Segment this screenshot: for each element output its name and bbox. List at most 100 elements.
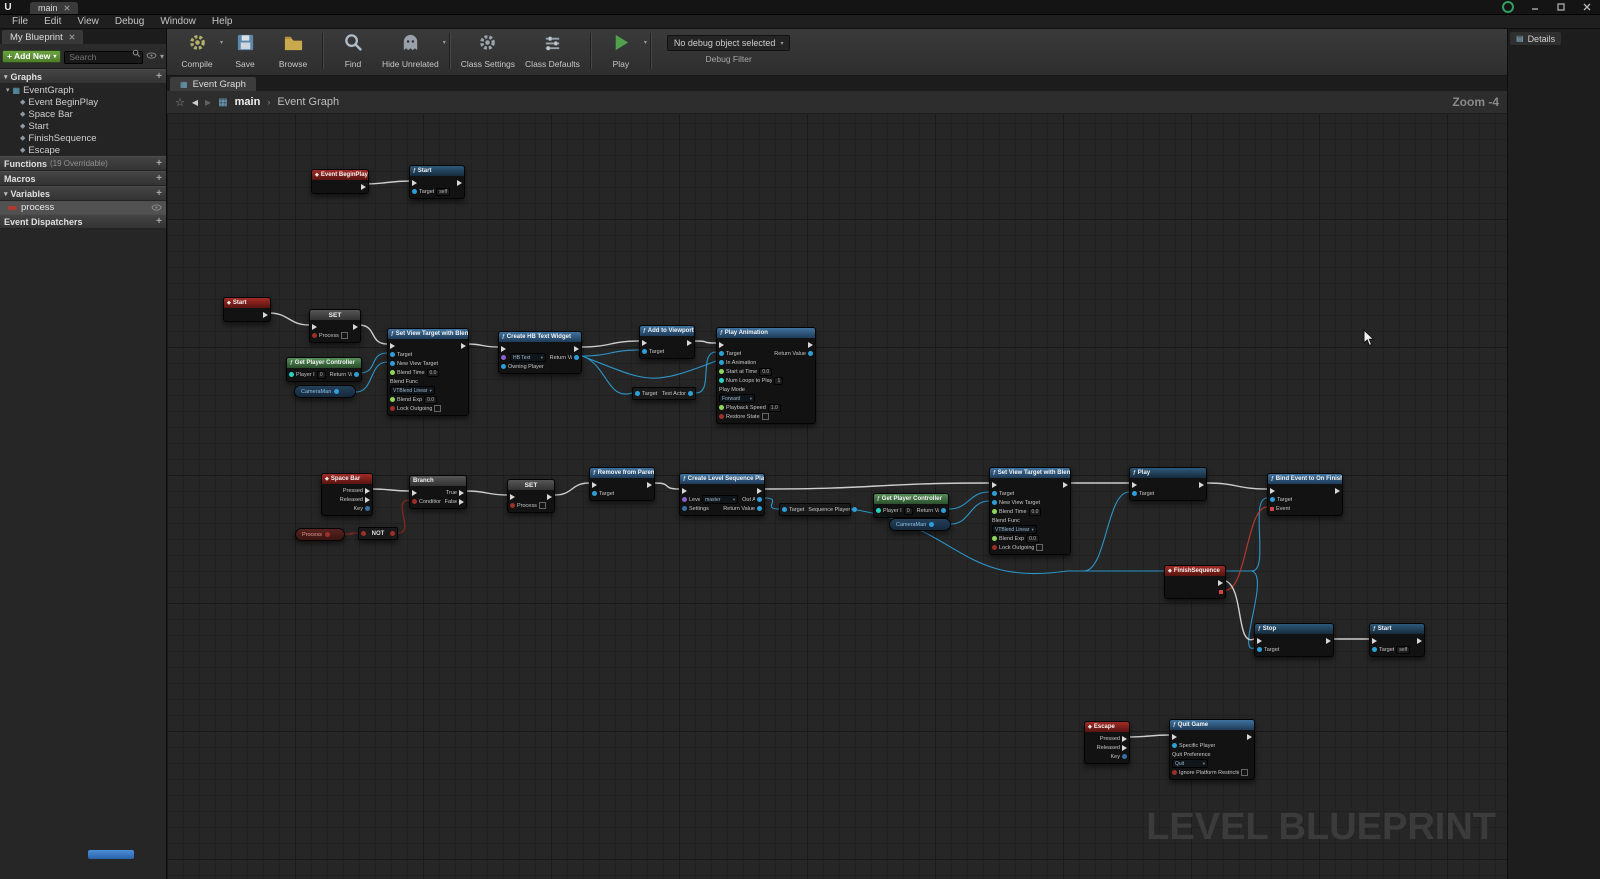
node-stop-sequence[interactable]: ƒ Stop Target <box>1254 623 1334 657</box>
exec-pin[interactable] <box>1335 487 1340 494</box>
obj-pin[interactable] <box>390 361 395 366</box>
int-pin[interactable] <box>876 508 881 513</box>
chevron-down-icon[interactable]: ▾ <box>644 39 647 46</box>
obj-pin[interactable] <box>1270 497 1275 502</box>
toolbar-hide-unrelated[interactable]: Hide Unrelated ▾ <box>377 31 446 69</box>
checkbox[interactable] <box>761 413 769 420</box>
exec-pin[interactable] <box>547 493 552 500</box>
sidebar-item-event-beginplay[interactable]: ◆ Event BeginPlay <box>0 96 166 108</box>
struct-pin[interactable] <box>682 506 687 511</box>
del-pin[interactable] <box>1270 506 1274 511</box>
exec-pin[interactable] <box>353 323 358 330</box>
obj-pin[interactable] <box>1132 491 1137 496</box>
exec-pin[interactable] <box>1417 637 1422 644</box>
sidebar-item-escape[interactable]: ◆ Escape <box>0 144 166 156</box>
boolchk-pin[interactable] <box>390 406 395 411</box>
exec-pin[interactable] <box>642 339 647 346</box>
node-branch[interactable]: Branch True Condition False <box>409 475 467 509</box>
exec-pin[interactable] <box>757 487 762 494</box>
bool-pin[interactable] <box>390 531 395 536</box>
value-chip[interactable]: 1 <box>774 376 784 385</box>
minimize-button[interactable] <box>1522 0 1548 14</box>
toolbar-browse[interactable]: Browse <box>269 31 317 69</box>
toolbar-play[interactable]: Play ▾ <box>597 31 647 69</box>
value-chip[interactable]: 0.0 <box>1028 507 1042 516</box>
float-pin[interactable] <box>390 370 395 375</box>
value-chip[interactable]: 0.0 <box>426 368 440 377</box>
chevron-down-icon[interactable]: ▾ <box>6 86 10 94</box>
obj-pin[interactable] <box>1372 647 1377 652</box>
favorite-icon[interactable]: ☆ <box>175 96 185 109</box>
exec-pin[interactable] <box>1172 733 1177 740</box>
obj-pin[interactable] <box>412 189 417 194</box>
eye-icon[interactable] <box>151 204 162 211</box>
tab-details[interactable]: ▤ Details <box>1510 32 1562 45</box>
variable-row-process[interactable]: process <box>0 201 166 214</box>
toolbar-compile[interactable]: Compile ▾ <box>173 31 223 69</box>
menu-edit[interactable]: Edit <box>36 15 69 28</box>
tab-my-blueprint[interactable]: My Blueprint <box>2 30 83 44</box>
boolchk-pin[interactable] <box>312 333 317 338</box>
section-macros[interactable]: Macros + <box>0 171 166 186</box>
checkbox[interactable] <box>434 405 442 412</box>
exec-pin[interactable] <box>1218 579 1223 586</box>
menu-window[interactable]: Window <box>152 15 204 28</box>
graph-canvas[interactable]: ☆ ◀ ▶ ▦ main › Event Graph Zoom -4 ◆ Even… <box>167 91 1507 879</box>
section-graphs[interactable]: ▾ Graphs + <box>0 69 166 84</box>
obj-pin[interactable] <box>688 391 693 396</box>
exec-pin[interactable] <box>574 345 579 352</box>
value-chip[interactable]: 0 <box>316 370 326 379</box>
node-text-actor-mini[interactable]: Target Text Actor <box>632 387 696 400</box>
node-escape-event[interactable]: ◆ Escape Pressed Released Key <box>1084 721 1130 764</box>
bool-pin[interactable] <box>412 499 417 504</box>
obj-pin[interactable] <box>334 389 340 394</box>
menu-file[interactable]: File <box>4 15 36 28</box>
value-chip[interactable]: self <box>436 187 451 196</box>
value-chip[interactable]: 0.0 <box>759 367 773 376</box>
obj-pin[interactable] <box>354 372 359 377</box>
float-pin[interactable] <box>992 536 997 541</box>
add-function-button[interactable]: + <box>156 158 162 169</box>
toolbar-class-defaults[interactable]: Class Defaults <box>520 31 585 69</box>
exec-pin[interactable] <box>510 493 515 500</box>
section-event-dispatchers[interactable]: Event Dispatchers + <box>0 214 166 229</box>
exec-pin[interactable] <box>263 311 268 318</box>
menu-debug[interactable]: Debug <box>107 15 152 28</box>
sel-pin[interactable] <box>501 355 506 360</box>
del-pin[interactable] <box>1219 589 1223 594</box>
exec-pin[interactable] <box>390 342 395 349</box>
exec-pin[interactable] <box>682 487 687 494</box>
node-cameraman-1[interactable]: CameraMan <box>294 385 356 398</box>
node-set-process-1[interactable]: SET Process <box>309 309 361 343</box>
exec-pin[interactable] <box>461 342 466 349</box>
exec-pin[interactable] <box>1122 735 1127 742</box>
struct-pin[interactable] <box>1122 754 1127 759</box>
obj-pin[interactable] <box>501 364 506 369</box>
exec-pin[interactable] <box>1372 637 1377 644</box>
sidebar-item-start[interactable]: ◆ Start <box>0 120 166 132</box>
exec-pin[interactable] <box>412 489 417 496</box>
sidebar-item-finishsequence[interactable]: ◆ FinishSequence <box>0 132 166 144</box>
add-dispatcher-button[interactable]: + <box>156 216 162 227</box>
node-bind-event-on-finished[interactable]: ƒBind Event to On Finished Target Event <box>1267 473 1343 516</box>
node-set-view-target-1[interactable]: ƒ Set View Target with Blend Target New Vie… <box>387 328 469 416</box>
menu-help[interactable]: Help <box>204 15 241 28</box>
value-chip[interactable]: self <box>1396 645 1411 654</box>
dropdown[interactable]: VTBlend Linear ▾ <box>992 525 1037 534</box>
bool-pin[interactable] <box>324 532 330 537</box>
boolchk-pin[interactable] <box>992 545 997 550</box>
node-play-sequence[interactable]: ƒ Play Target <box>1129 467 1207 501</box>
toolbar-find[interactable]: Find <box>329 31 377 69</box>
add-new-button[interactable]: + Add New ▾ <box>2 49 62 63</box>
dropdown[interactable]: HB Text ▾ <box>510 353 546 362</box>
obj-pin[interactable] <box>1172 743 1177 748</box>
obj-pin[interactable] <box>390 352 395 357</box>
float-pin[interactable] <box>719 369 724 374</box>
node-sequence-player-mini[interactable]: Target Sequence Player <box>779 503 858 516</box>
obj-pin[interactable] <box>719 360 724 365</box>
exec-pin[interactable] <box>361 183 366 190</box>
node-add-to-viewport[interactable]: ƒ Add to Viewport Target <box>639 325 695 359</box>
checkbox[interactable] <box>1036 544 1044 551</box>
obj-pin[interactable] <box>757 506 762 511</box>
add-variable-button[interactable]: + <box>156 188 162 199</box>
